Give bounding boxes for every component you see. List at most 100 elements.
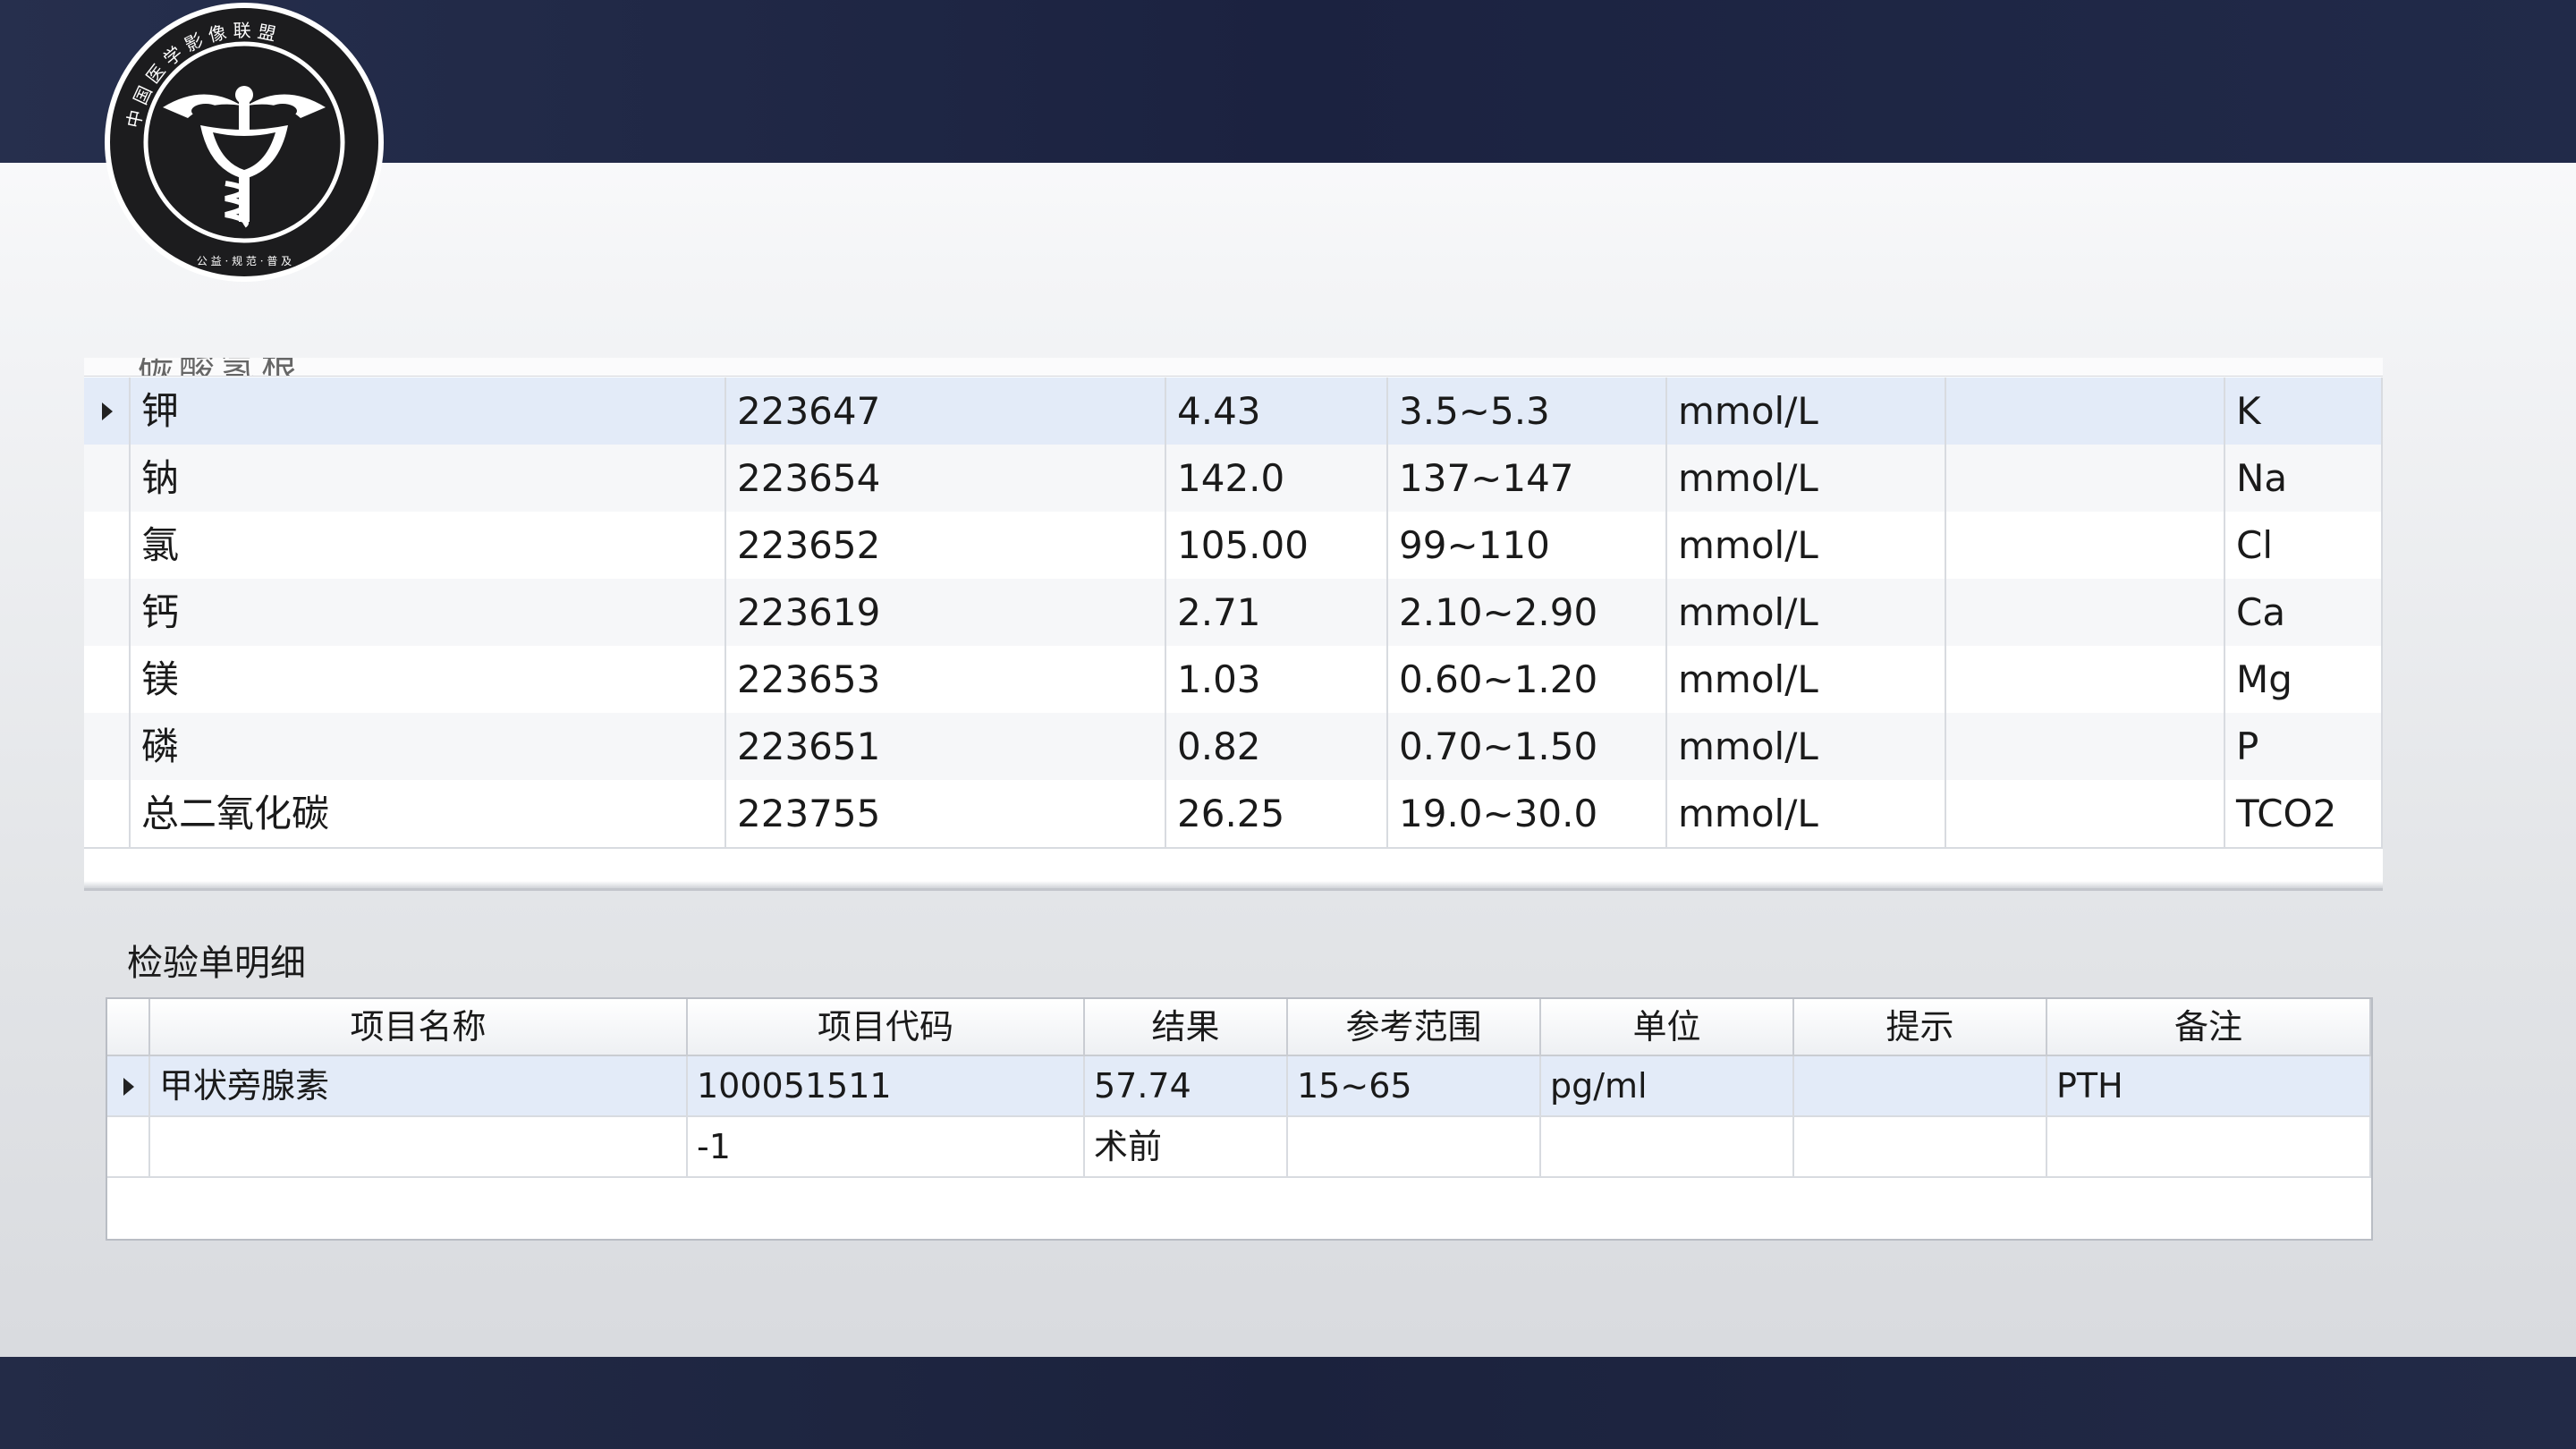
cell-note[interactable]: TCO2 xyxy=(2225,780,2383,847)
result-row[interactable]: 磷 223651 0.82 0.70~1.50 mmol/L P xyxy=(84,713,2383,782)
partial-row: 碳酸氢根 xyxy=(84,358,2383,377)
cell-hint[interactable] xyxy=(1946,713,2225,780)
header-indicator xyxy=(107,999,150,1055)
cell-name[interactable]: 甲状旁腺素 xyxy=(150,1056,688,1115)
row-indicator[interactable] xyxy=(107,1056,150,1115)
cell-range[interactable]: 3.5~5.3 xyxy=(1388,377,1667,445)
cell-name[interactable]: 磷 xyxy=(131,713,726,780)
cell-note[interactable]: K xyxy=(2225,377,2383,445)
row-indicator[interactable] xyxy=(84,512,131,579)
header-note[interactable]: 备注 xyxy=(2047,999,2371,1055)
row-indicator[interactable] xyxy=(84,713,131,780)
header-item-name[interactable]: 项目名称 xyxy=(150,999,688,1055)
result-row[interactable]: 镁 223653 1.03 0.60~1.20 mmol/L Mg xyxy=(84,646,2383,715)
cell-hint[interactable] xyxy=(1946,579,2225,646)
result-row[interactable]: 总二氧化碳 223755 26.25 19.0~30.0 mmol/L TCO2 xyxy=(84,780,2383,849)
cell-result[interactable]: 26.25 xyxy=(1166,780,1388,847)
cell-unit[interactable]: mmol/L xyxy=(1667,646,1946,713)
cell-hint[interactable] xyxy=(1946,445,2225,512)
cell-range[interactable]: 0.60~1.20 xyxy=(1388,646,1667,713)
row-indicator[interactable] xyxy=(84,646,131,713)
detail-row[interactable]: 甲状旁腺素 100051511 57.74 15~65 pg/ml PTH xyxy=(107,1056,2371,1117)
cell-note[interactable]: P xyxy=(2225,713,2383,780)
cell-hint[interactable] xyxy=(1946,512,2225,579)
cell-code[interactable]: 223654 xyxy=(726,445,1166,512)
cell-range[interactable]: 137~147 xyxy=(1388,445,1667,512)
cell-hint[interactable] xyxy=(1946,780,2225,847)
cell-range[interactable]: 99~110 xyxy=(1388,512,1667,579)
cell-range[interactable] xyxy=(1288,1117,1541,1176)
cell-code[interactable]: 223619 xyxy=(726,579,1166,646)
cell-code[interactable]: 100051511 xyxy=(688,1056,1085,1115)
row-indicator[interactable] xyxy=(84,780,131,847)
cell-name[interactable]: 镁 xyxy=(131,646,726,713)
cell-result[interactable]: 57.74 xyxy=(1085,1056,1288,1115)
panel-title: 检验单明细 xyxy=(127,943,306,984)
cell-hint[interactable] xyxy=(1946,377,2225,445)
row-indicator[interactable] xyxy=(84,377,131,445)
cell-result[interactable]: 4.43 xyxy=(1166,377,1388,445)
cell-range[interactable]: 15~65 xyxy=(1288,1056,1541,1115)
cell-note[interactable]: Na xyxy=(2225,445,2383,512)
cell-note[interactable]: Ca xyxy=(2225,579,2383,646)
grid-header: 项目名称 项目代码 结果 参考范围 单位 提示 备注 xyxy=(107,999,2371,1056)
cell-code[interactable]: 223651 xyxy=(726,713,1166,780)
cell-code[interactable]: 223653 xyxy=(726,646,1166,713)
bottom-banner xyxy=(0,1357,2576,1449)
cell-result[interactable]: 142.0 xyxy=(1166,445,1388,512)
row-indicator[interactable] xyxy=(84,445,131,512)
cell-range[interactable]: 19.0~30.0 xyxy=(1388,780,1667,847)
result-row[interactable]: 钾 223647 4.43 3.5~5.3 mmol/L K xyxy=(84,377,2383,446)
cell-code[interactable]: 223755 xyxy=(726,780,1166,847)
partial-row-text: 碳酸氢根 xyxy=(138,358,585,376)
cell-note[interactable]: PTH xyxy=(2047,1056,2371,1115)
cell-code[interactable]: -1 xyxy=(688,1117,1085,1176)
detail-row[interactable]: -1 术前 xyxy=(107,1117,2371,1178)
cell-unit[interactable]: mmol/L xyxy=(1667,780,1946,847)
cell-note[interactable] xyxy=(2047,1117,2371,1176)
cell-name[interactable]: 钾 xyxy=(131,377,726,445)
cell-unit[interactable]: pg/ml xyxy=(1541,1056,1794,1115)
cell-unit[interactable]: mmol/L xyxy=(1667,377,1946,445)
cell-note[interactable]: Mg xyxy=(2225,646,2383,713)
cell-unit[interactable]: mmol/L xyxy=(1667,512,1946,579)
current-row-arrow-icon xyxy=(102,402,113,420)
cell-note[interactable]: Cl xyxy=(2225,512,2383,579)
cell-hint[interactable] xyxy=(1794,1117,2047,1176)
result-row[interactable]: 氯 223652 105.00 99~110 mmol/L Cl xyxy=(84,512,2383,580)
result-row[interactable]: 钙 223619 2.71 2.10~2.90 mmol/L Ca xyxy=(84,579,2383,648)
cell-name[interactable]: 总二氧化碳 xyxy=(131,780,726,847)
lab-detail-grid: 项目名称 项目代码 结果 参考范围 单位 提示 备注 甲状旁腺素 100051511 57.74… xyxy=(106,997,2373,1241)
cell-code[interactable]: 223647 xyxy=(726,377,1166,445)
cell-result[interactable]: 2.71 xyxy=(1166,579,1388,646)
cell-unit[interactable]: mmol/L xyxy=(1667,579,1946,646)
cell-name[interactable]: 钠 xyxy=(131,445,726,512)
grid-splitter[interactable] xyxy=(84,881,2383,891)
cell-hint[interactable] xyxy=(1794,1056,2047,1115)
header-reference-range[interactable]: 参考范围 xyxy=(1288,999,1541,1055)
header-hint[interactable]: 提示 xyxy=(1794,999,2047,1055)
cell-result[interactable]: 术前 xyxy=(1085,1117,1288,1176)
row-indicator[interactable] xyxy=(84,579,131,646)
cell-name[interactable] xyxy=(150,1117,688,1176)
cell-name[interactable]: 氯 xyxy=(131,512,726,579)
cell-range[interactable]: 2.10~2.90 xyxy=(1388,579,1667,646)
upper-results-grid: 碳酸氢根 钾2236474.433.5~5.3mmol/LK钠223654142… xyxy=(84,358,2383,887)
cell-result[interactable]: 0.82 xyxy=(1166,713,1388,780)
cell-result[interactable]: 1.03 xyxy=(1166,646,1388,713)
logo-ring-subtext: 公 益 · 规 范 · 普 及 xyxy=(197,254,292,267)
header-result[interactable]: 结果 xyxy=(1085,999,1288,1055)
header-unit[interactable]: 单位 xyxy=(1541,999,1794,1055)
result-row[interactable]: 钠 223654 142.0 137~147 mmol/L Na xyxy=(84,445,2383,513)
cell-unit[interactable]: mmol/L xyxy=(1667,713,1946,780)
cell-range[interactable]: 0.70~1.50 xyxy=(1388,713,1667,780)
cell-result[interactable]: 105.00 xyxy=(1166,512,1388,579)
current-row-arrow-icon xyxy=(123,1078,134,1096)
cell-hint[interactable] xyxy=(1946,646,2225,713)
cell-code[interactable]: 223652 xyxy=(726,512,1166,579)
cell-unit[interactable]: mmol/L xyxy=(1667,445,1946,512)
cell-name[interactable]: 钙 xyxy=(131,579,726,646)
cell-unit[interactable] xyxy=(1541,1117,1794,1176)
header-item-code[interactable]: 项目代码 xyxy=(688,999,1085,1055)
row-indicator[interactable] xyxy=(107,1117,150,1176)
